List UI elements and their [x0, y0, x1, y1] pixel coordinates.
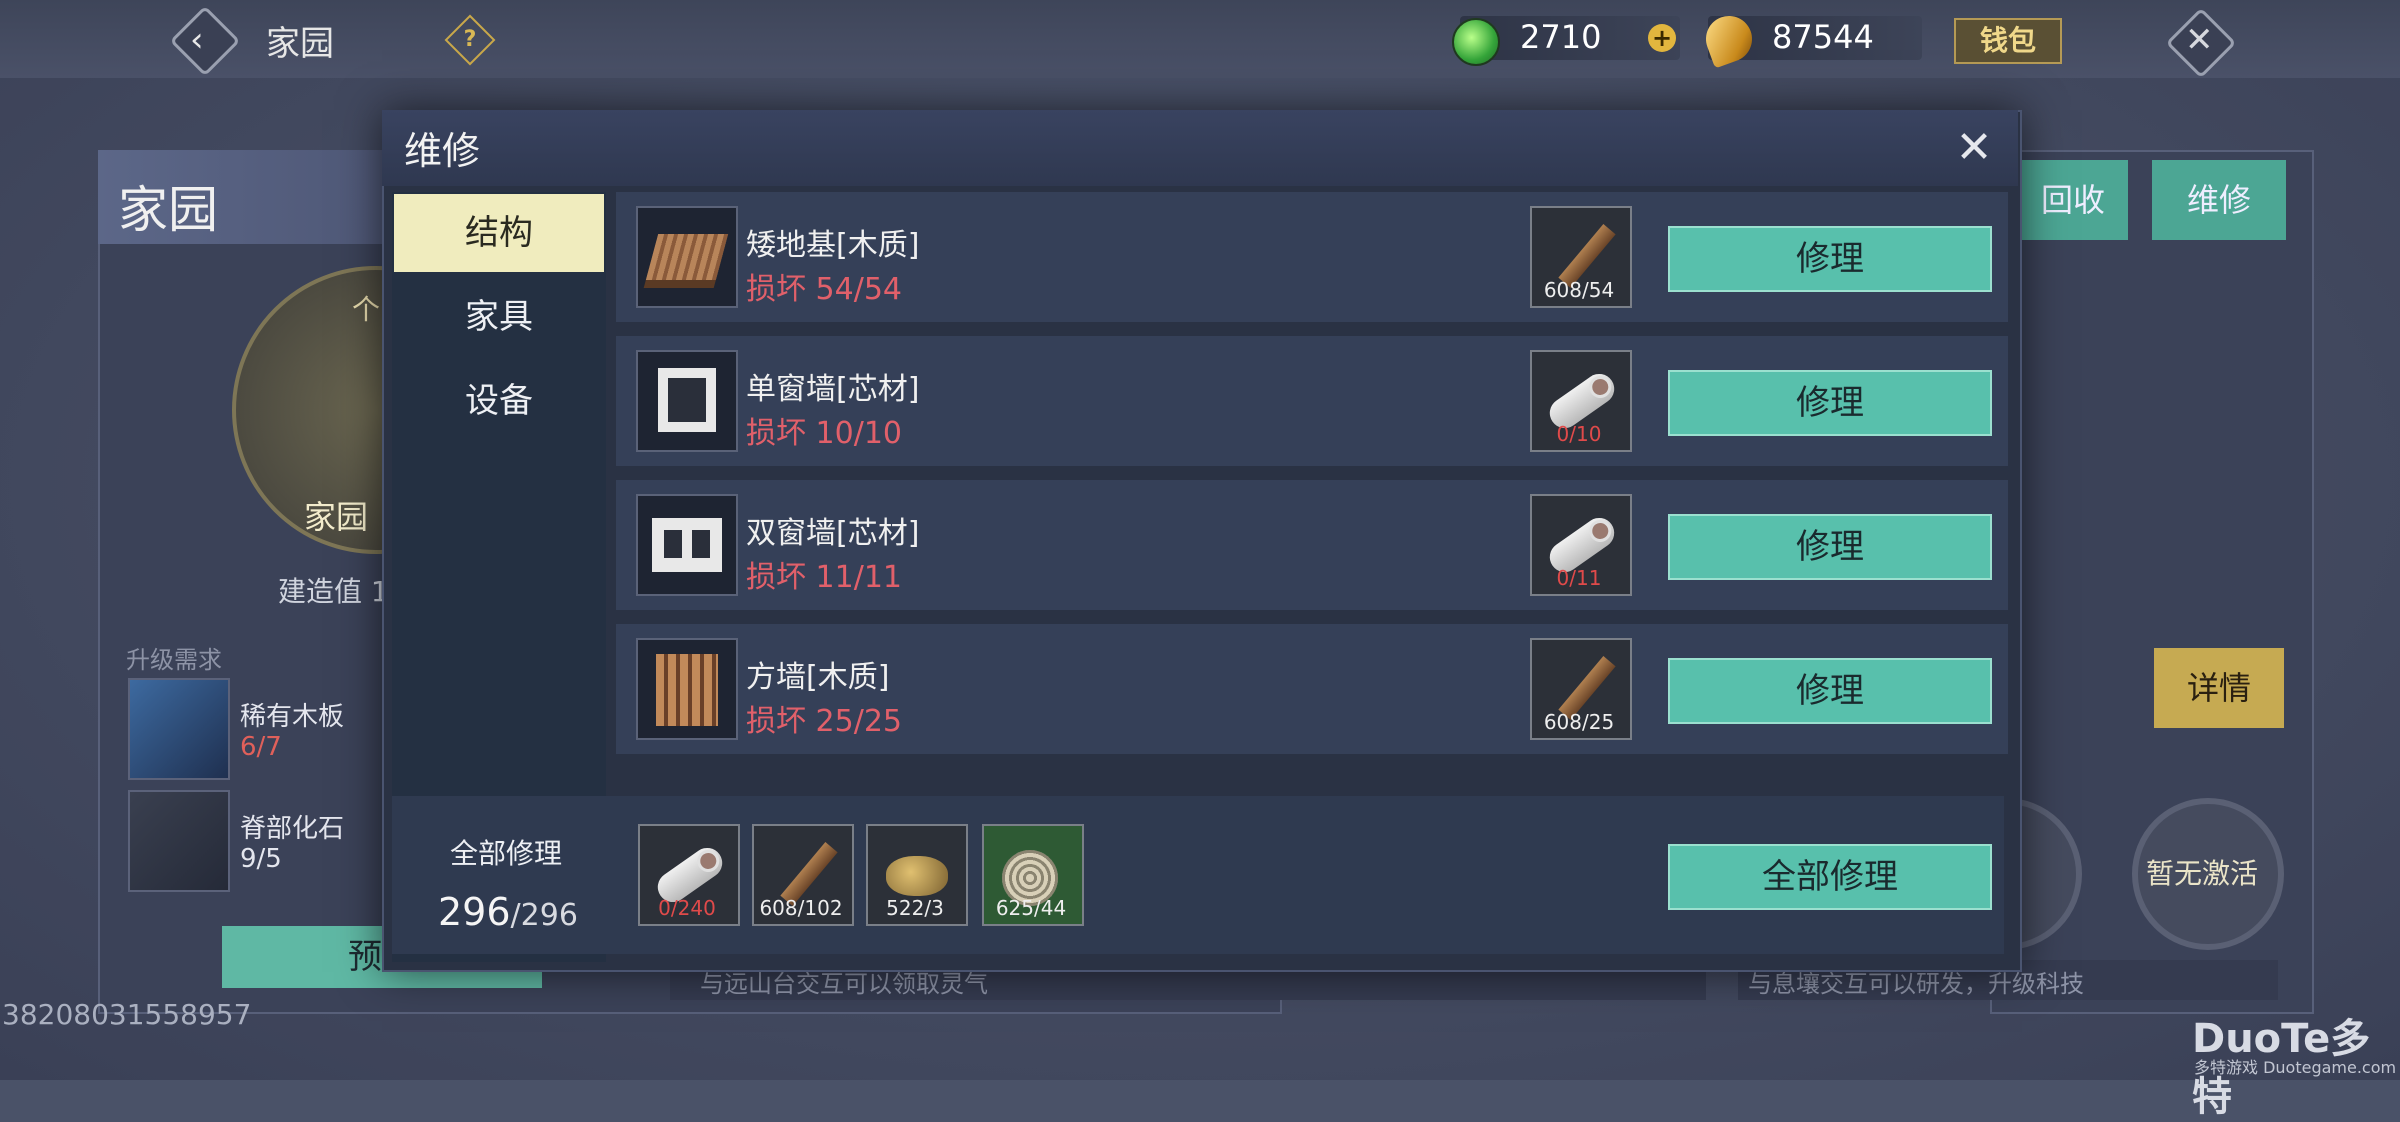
add-currency-icon[interactable]: + — [1648, 24, 1676, 52]
material-count: 0/10 — [1556, 422, 1602, 446]
emblem-label: 家园 — [304, 498, 369, 536]
emblem-top-text: 个 — [352, 293, 381, 326]
upgrade-requirements-label: 升级需求 — [126, 646, 222, 674]
material-count: 522/3 — [886, 896, 944, 920]
modal-header — [382, 110, 2018, 186]
material-count: 625/44 — [995, 896, 1067, 920]
repair-button[interactable]: 修理 — [1668, 514, 1992, 580]
material-name: 脊部化石 — [240, 814, 345, 844]
material-count: 608/25 — [1543, 710, 1615, 734]
item-damage: 损坏 11/11 — [746, 560, 902, 595]
repair-open-button[interactable]: 维修 — [2152, 160, 2286, 240]
watermark-subtext: 多特游戏 Duotegame.com — [2194, 1058, 2397, 1077]
modal-title: 维修 — [404, 129, 481, 173]
jade-icon — [1452, 18, 1500, 66]
recycle-button[interactable]: 回收 — [2018, 160, 2128, 240]
close-icon[interactable]: ✕ — [1950, 124, 1998, 172]
item-name: 单窗墙[芯材] — [746, 372, 920, 407]
item-damage: 损坏 25/25 — [746, 704, 902, 739]
close-icon: ✕ — [2185, 20, 2214, 60]
double-window-wall-icon[interactable] — [636, 494, 738, 596]
wallet-button[interactable]: 钱包 — [1954, 18, 2062, 64]
wood-foundation-icon[interactable] — [636, 206, 738, 308]
repair-all-button[interactable]: 全部修理 — [1668, 844, 1992, 910]
square-wall-icon[interactable] — [636, 638, 738, 740]
repair-button[interactable]: 修理 — [1668, 226, 1992, 292]
chevron-left-icon: ‹ — [190, 20, 204, 60]
inactive-label: 暂无激活 — [2146, 857, 2259, 890]
item-name: 矮地基[木质] — [746, 228, 920, 263]
single-window-wall-icon[interactable] — [636, 350, 738, 452]
material-count: 6/7 — [240, 732, 282, 762]
item-name: 方墙[木质] — [746, 660, 890, 695]
material-count: 608/54 — [1543, 278, 1615, 302]
jade-amount: 2710 — [1520, 18, 1602, 56]
repair-button[interactable]: 修理 — [1668, 658, 1992, 724]
fossil-icon[interactable] — [128, 790, 230, 892]
page-title: 家园 — [266, 24, 334, 64]
detail-button[interactable]: 详情 — [2154, 648, 2284, 728]
build-value: 建造值 1 — [278, 575, 389, 608]
repair-all-label: 全部修理 — [450, 837, 563, 870]
coin-amount: 87544 — [1772, 18, 1874, 56]
tab-furniture[interactable]: 家具 — [394, 278, 604, 356]
material-count: 0/240 — [658, 896, 716, 920]
player-id: 38208031558957 — [2, 998, 252, 1031]
item-name: 双窗墙[芯材] — [746, 516, 920, 551]
rare-plank-icon[interactable] — [128, 678, 230, 780]
material-count: 0/11 — [1556, 566, 1602, 590]
top-close-button[interactable]: ✕ — [2165, 7, 2237, 79]
item-damage: 损坏 10/10 — [746, 416, 902, 451]
repair-button[interactable]: 修理 — [1668, 370, 1992, 436]
repair-all-count: 296/296 — [438, 890, 578, 934]
item-damage: 损坏 54/54 — [746, 272, 902, 307]
tab-structure[interactable]: 结构 — [394, 194, 604, 272]
home-panel-title: 家园 — [118, 181, 218, 239]
material-name: 稀有木板 — [240, 702, 345, 732]
tab-equipment[interactable]: 设备 — [394, 362, 604, 440]
material-count: 608/102 — [759, 896, 843, 920]
material-count: 9/5 — [240, 844, 282, 874]
